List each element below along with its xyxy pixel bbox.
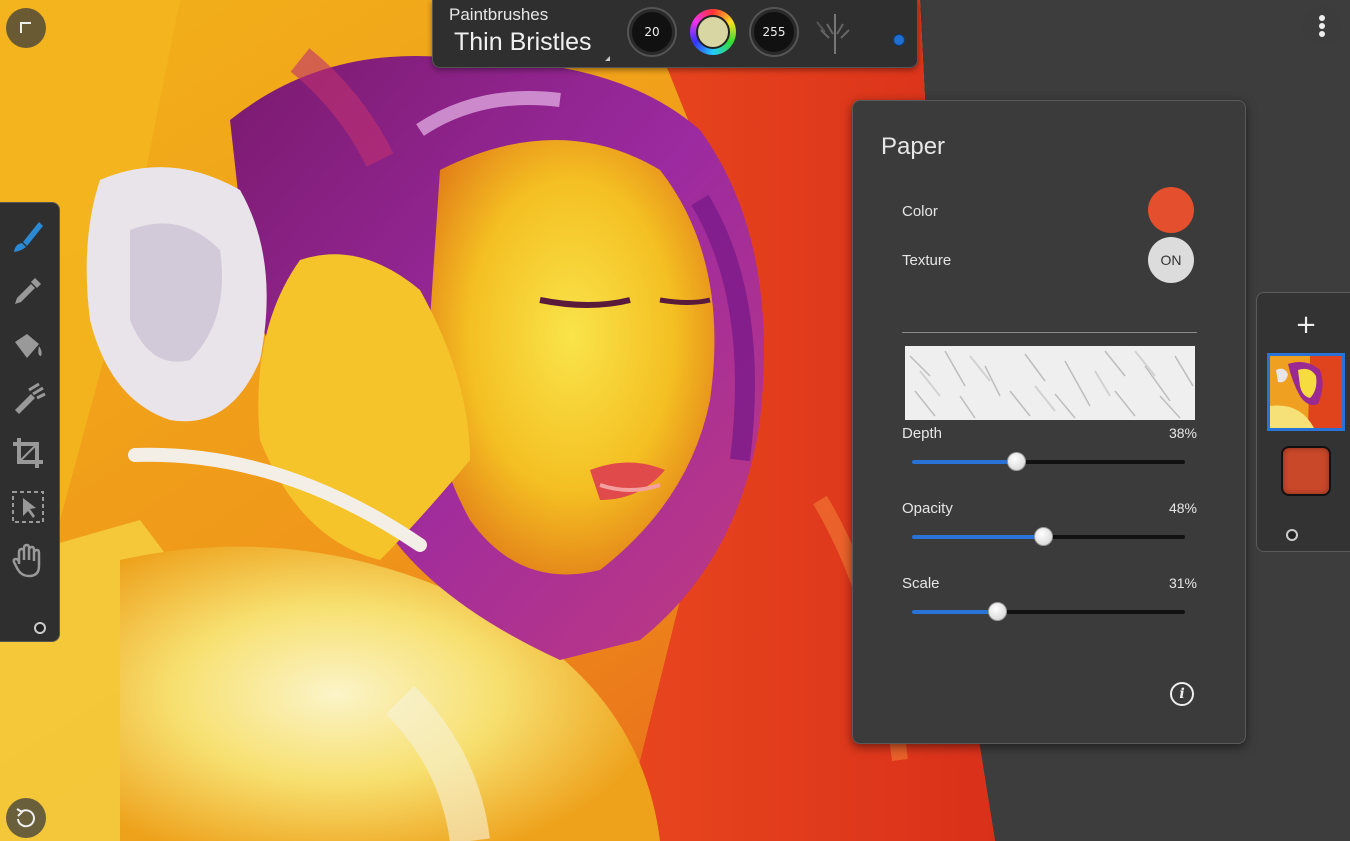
paper-panel: Paper Color Texture ON Depth 38% Opacity…: [852, 100, 1246, 744]
info-icon[interactable]: i: [1170, 682, 1194, 706]
fill-bucket-icon: [15, 334, 42, 358]
toolbar-indicator: [34, 622, 46, 634]
brush-size-dial[interactable]: 20: [629, 9, 675, 55]
scale-slider[interactable]: [912, 602, 1185, 621]
opacity-value: 48%: [1168, 500, 1197, 516]
scale-label: Scale: [902, 575, 940, 592]
hand-icon: [12, 543, 41, 578]
crop-tool[interactable]: [6, 431, 50, 475]
hand-tool[interactable]: [6, 539, 50, 583]
brush-bar: Paintbrushes Thin Bristles 20 255: [432, 0, 918, 68]
paper-texture-image: [905, 346, 1195, 420]
opacity-slider-fill: [912, 535, 1044, 539]
depth-slider-fill: [912, 460, 1016, 464]
overflow-menu-button[interactable]: [1302, 6, 1342, 46]
selection-icon: [12, 491, 44, 523]
paintbrush-tool[interactable]: [6, 215, 50, 259]
fullscreen-icon: [20, 22, 31, 33]
depth-slider-thumb[interactable]: [1006, 452, 1026, 471]
eyedropper-icon: [15, 278, 41, 304]
brush-category[interactable]: Paintbrushes: [449, 5, 548, 25]
opacity-slider-thumb[interactable]: [1034, 527, 1054, 546]
texture-toggle[interactable]: ON: [1148, 237, 1194, 283]
opacity-slider[interactable]: [912, 527, 1185, 546]
more-vertical-icon: [1319, 15, 1325, 37]
fullscreen-button[interactable]: [6, 8, 46, 48]
color-picker-button[interactable]: [690, 9, 736, 55]
brush-bar-indicator: [893, 34, 905, 46]
paintbrush-icon: [14, 222, 43, 252]
app-window: Paintbrushes Thin Bristles 20 255 Paper …: [0, 0, 1350, 841]
texture-preview[interactable]: [905, 346, 1195, 420]
brush-opacity-dial[interactable]: 255: [751, 9, 797, 55]
selection-tool[interactable]: [6, 485, 50, 529]
layers-panel: +: [1256, 292, 1350, 552]
layers-indicator: [1286, 529, 1298, 541]
brush-name[interactable]: Thin Bristles: [454, 28, 592, 57]
brush-dropdown-icon[interactable]: [605, 56, 610, 61]
add-layer-button[interactable]: +: [1293, 312, 1319, 339]
panel-title: Paper: [881, 133, 946, 160]
color-label: Color: [902, 203, 938, 220]
crop-icon: [13, 438, 43, 468]
opacity-label: Opacity: [902, 500, 953, 517]
depth-slider[interactable]: [912, 452, 1185, 471]
tool-bar: [0, 202, 60, 642]
paper-color-swatch[interactable]: [1148, 187, 1194, 233]
fill-tool[interactable]: [6, 323, 50, 367]
undo-button[interactable]: [6, 798, 46, 838]
depth-label: Depth: [902, 425, 943, 442]
undo-icon: [16, 808, 35, 828]
scale-slider-thumb[interactable]: [987, 602, 1007, 621]
divider: [902, 332, 1197, 333]
layer-thumbnail-painting[interactable]: [1267, 353, 1345, 431]
texture-label: Texture: [902, 252, 952, 269]
layer-preview-image: [1270, 356, 1342, 428]
current-color-swatch: [696, 15, 730, 49]
smudge-tool[interactable]: [6, 377, 50, 421]
depth-value: 38%: [1168, 425, 1197, 441]
scale-value: 31%: [1168, 575, 1197, 591]
scale-slider-fill: [912, 610, 997, 614]
layer-thumbnail-paper[interactable]: [1281, 446, 1331, 496]
symmetry-icon[interactable]: [813, 12, 857, 56]
eyedropper-tool[interactable]: [6, 269, 50, 313]
smudge-icon: [15, 382, 46, 414]
